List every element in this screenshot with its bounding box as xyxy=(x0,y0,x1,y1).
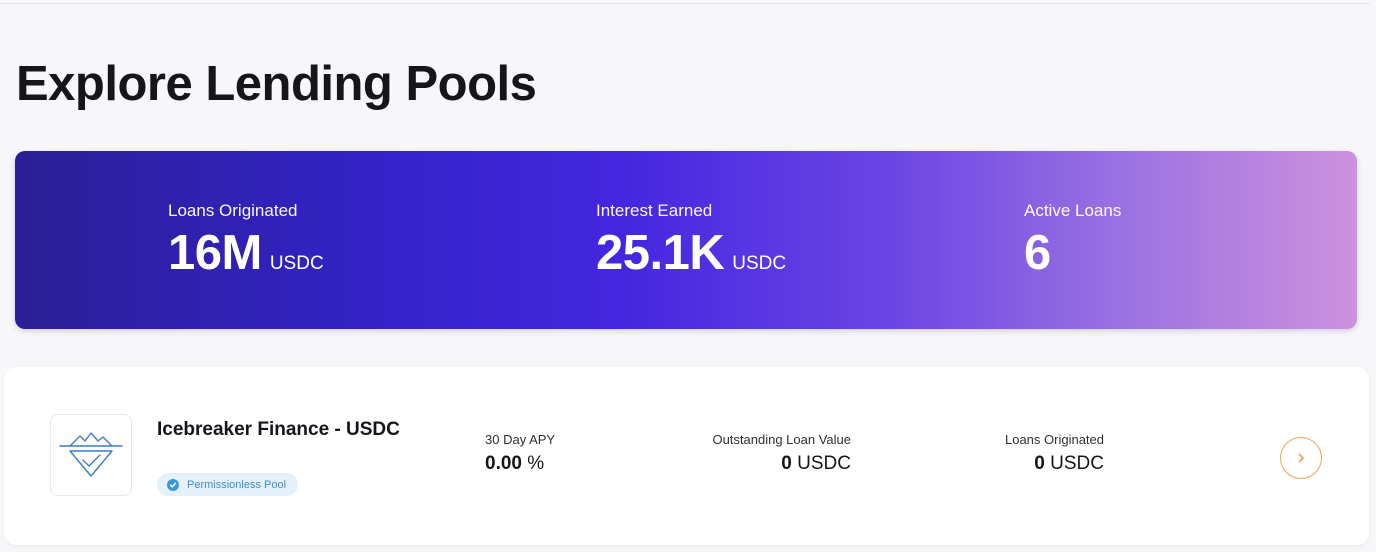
metric-apy: 30 Day APY 0.00 % xyxy=(485,432,555,475)
metric-label: 30 Day APY xyxy=(485,432,556,447)
badge-label: Permissionless Pool xyxy=(187,478,287,491)
metric-unit: % xyxy=(521,453,545,474)
stat-unit: USDC xyxy=(732,253,787,274)
stat-value: 16M xyxy=(168,226,262,280)
stat-label: Interest Earned xyxy=(596,201,713,220)
chevron-right-icon xyxy=(1298,453,1304,463)
stat-value: 25.1K xyxy=(596,226,725,280)
metric-label: Loans Originated xyxy=(1004,432,1104,447)
pool-card[interactable]: Icebreaker Finance - USDC Permissionless… xyxy=(4,367,1369,545)
stat-interest-earned: Interest Earned 25.1K USDC xyxy=(596,201,786,281)
metric-unit: USDC xyxy=(1044,453,1104,474)
open-pool-button[interactable] xyxy=(1280,437,1322,479)
permissionless-badge: Permissionless Pool xyxy=(157,473,299,496)
check-circle-icon xyxy=(167,478,179,491)
metric-value-row: 0 USDC xyxy=(700,453,851,475)
metric-value: 0.00 xyxy=(485,453,522,474)
iceberg-check-logo xyxy=(50,414,132,496)
metric-value-row: 0.00 % xyxy=(485,453,555,475)
stat-active-loans: Active Loans 6 xyxy=(1024,201,1121,281)
stat-value: 6 xyxy=(1024,226,1051,280)
metric-value-row: 0 USDC xyxy=(995,453,1104,475)
metric-value: 0 xyxy=(1034,453,1045,474)
metric-outstanding-loan-value: Outstanding Loan Value 0 USDC xyxy=(700,432,851,475)
stat-loans-originated: Loans Originated 16M USDC xyxy=(168,201,324,281)
stat-unit: USDC xyxy=(269,253,324,274)
metric-label: Outstanding Loan Value xyxy=(712,432,851,447)
top-divider xyxy=(0,0,1370,4)
stat-label: Loans Originated xyxy=(168,201,298,220)
metric-value: 0 xyxy=(781,453,792,474)
stats-banner: Loans Originated 16M USDC Interest Earne… xyxy=(15,151,1357,329)
page-title: Explore Lending Pools xyxy=(16,57,537,111)
metric-loans-originated: Loans Originated 0 USDC xyxy=(995,432,1104,475)
pool-name[interactable]: Icebreaker Finance - USDC xyxy=(157,419,400,441)
stat-label: Active Loans xyxy=(1024,201,1122,220)
metric-unit: USDC xyxy=(791,453,851,474)
